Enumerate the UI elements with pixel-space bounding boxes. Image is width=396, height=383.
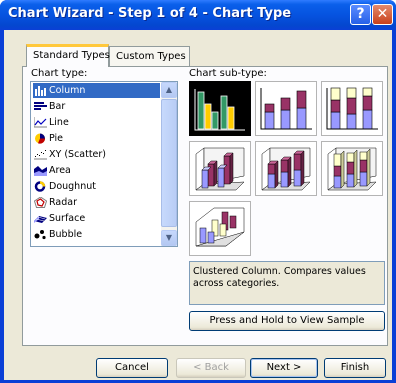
close-button[interactable]: ✕ xyxy=(372,4,393,25)
finish-button[interactable]: Finish xyxy=(324,358,386,378)
100-stacked-column-preview xyxy=(326,87,378,130)
list-item-label: Radar xyxy=(49,197,77,208)
list-item-label: Area xyxy=(49,165,71,176)
subtype-3d-stacked-column[interactable] xyxy=(255,141,317,196)
list-item-pie[interactable]: Pie xyxy=(33,131,160,146)
subtype-3d-column[interactable] xyxy=(189,201,251,256)
scroll-down-arrow-icon[interactable]: ▼ xyxy=(161,230,177,246)
chart-subtype-label: Chart sub-type: xyxy=(189,68,267,79)
subtype-stacked-column[interactable] xyxy=(255,81,317,136)
list-item-column[interactable]: Column xyxy=(33,83,160,98)
line-chart-icon xyxy=(34,117,47,128)
list-item-label: Doughnut xyxy=(49,181,96,192)
list-item-label: Column xyxy=(49,85,86,96)
subtype-3d-100-stacked-column[interactable] xyxy=(321,141,383,196)
list-item-doughnut[interactable]: Doughnut xyxy=(33,179,160,194)
back-button[interactable]: < Back xyxy=(176,358,246,378)
stacked-column-preview xyxy=(260,88,312,130)
list-item-label: XY (Scatter) xyxy=(49,149,107,160)
area-chart-icon xyxy=(34,166,47,176)
scroll-thumb[interactable] xyxy=(161,99,177,227)
dialog-body: Standard Types Custom Types Chart type: … xyxy=(4,30,392,380)
list-item-label: Line xyxy=(49,117,69,128)
tab-standard-types[interactable]: Standard Types xyxy=(26,44,110,67)
tab-custom-types[interactable]: Custom Types xyxy=(109,46,190,66)
chart-wizard-window: Chart Wizard - Step 1 of 4 - Chart Type … xyxy=(0,0,396,383)
3d-column-preview xyxy=(195,207,245,247)
tab-panel: Chart type: Chart sub-type: Column Bar L… xyxy=(22,66,388,346)
subtype-100-stacked-column[interactable] xyxy=(321,81,383,136)
list-item-line[interactable]: Line xyxy=(33,115,160,130)
next-button[interactable]: Next > xyxy=(250,358,318,378)
list-item-bubble[interactable]: Bubble xyxy=(33,227,160,242)
bubble-chart-icon xyxy=(34,230,46,240)
list-item-label: Bar xyxy=(49,101,66,112)
3d-100-stacked-column-preview xyxy=(327,147,377,191)
radar-chart-icon xyxy=(34,197,47,208)
3d-stacked-column-preview xyxy=(261,147,311,191)
clustered-column-preview xyxy=(194,89,245,131)
list-item-radar[interactable]: Radar xyxy=(33,195,160,210)
chart-subtype-grid xyxy=(189,81,386,257)
list-item-surface[interactable]: Surface xyxy=(33,211,160,226)
subtype-3d-clustered-column[interactable] xyxy=(189,141,251,196)
surface-chart-icon xyxy=(34,216,47,223)
3d-clustered-column-preview xyxy=(195,147,245,191)
scroll-up-arrow-icon[interactable]: ▲ xyxy=(161,82,177,98)
subtype-description: Clustered Column. Compares values across… xyxy=(189,261,385,305)
list-scrollbar[interactable]: ▲ ▼ xyxy=(161,82,177,246)
column-chart-icon xyxy=(35,86,46,96)
list-item-bar[interactable]: Bar xyxy=(33,99,160,114)
press-and-hold-sample-button[interactable]: Press and Hold to View Sample xyxy=(189,311,385,331)
help-button[interactable]: ? xyxy=(350,4,371,25)
cancel-button[interactable]: Cancel xyxy=(96,358,168,378)
list-item-area[interactable]: Area xyxy=(33,163,160,178)
title-bar[interactable]: Chart Wizard - Step 1 of 4 - Chart Type … xyxy=(0,0,396,30)
list-item-xy-scatter[interactable]: XY (Scatter) xyxy=(33,147,160,162)
doughnut-chart-icon xyxy=(34,181,46,192)
list-item-label: Bubble xyxy=(49,229,83,240)
scatter-chart-icon xyxy=(34,150,47,160)
subtype-clustered-column[interactable] xyxy=(189,81,251,136)
chart-type-label: Chart type: xyxy=(31,68,88,79)
bar-chart-icon xyxy=(34,102,47,110)
chart-type-list[interactable]: Column Bar Line Pie XY (Scatter) Area Do… xyxy=(30,81,178,247)
window-title: Chart Wizard - Step 1 of 4 - Chart Type xyxy=(8,6,292,21)
list-item-label: Surface xyxy=(49,213,86,224)
list-item-label: Pie xyxy=(49,133,64,144)
pie-chart-icon xyxy=(35,133,46,144)
